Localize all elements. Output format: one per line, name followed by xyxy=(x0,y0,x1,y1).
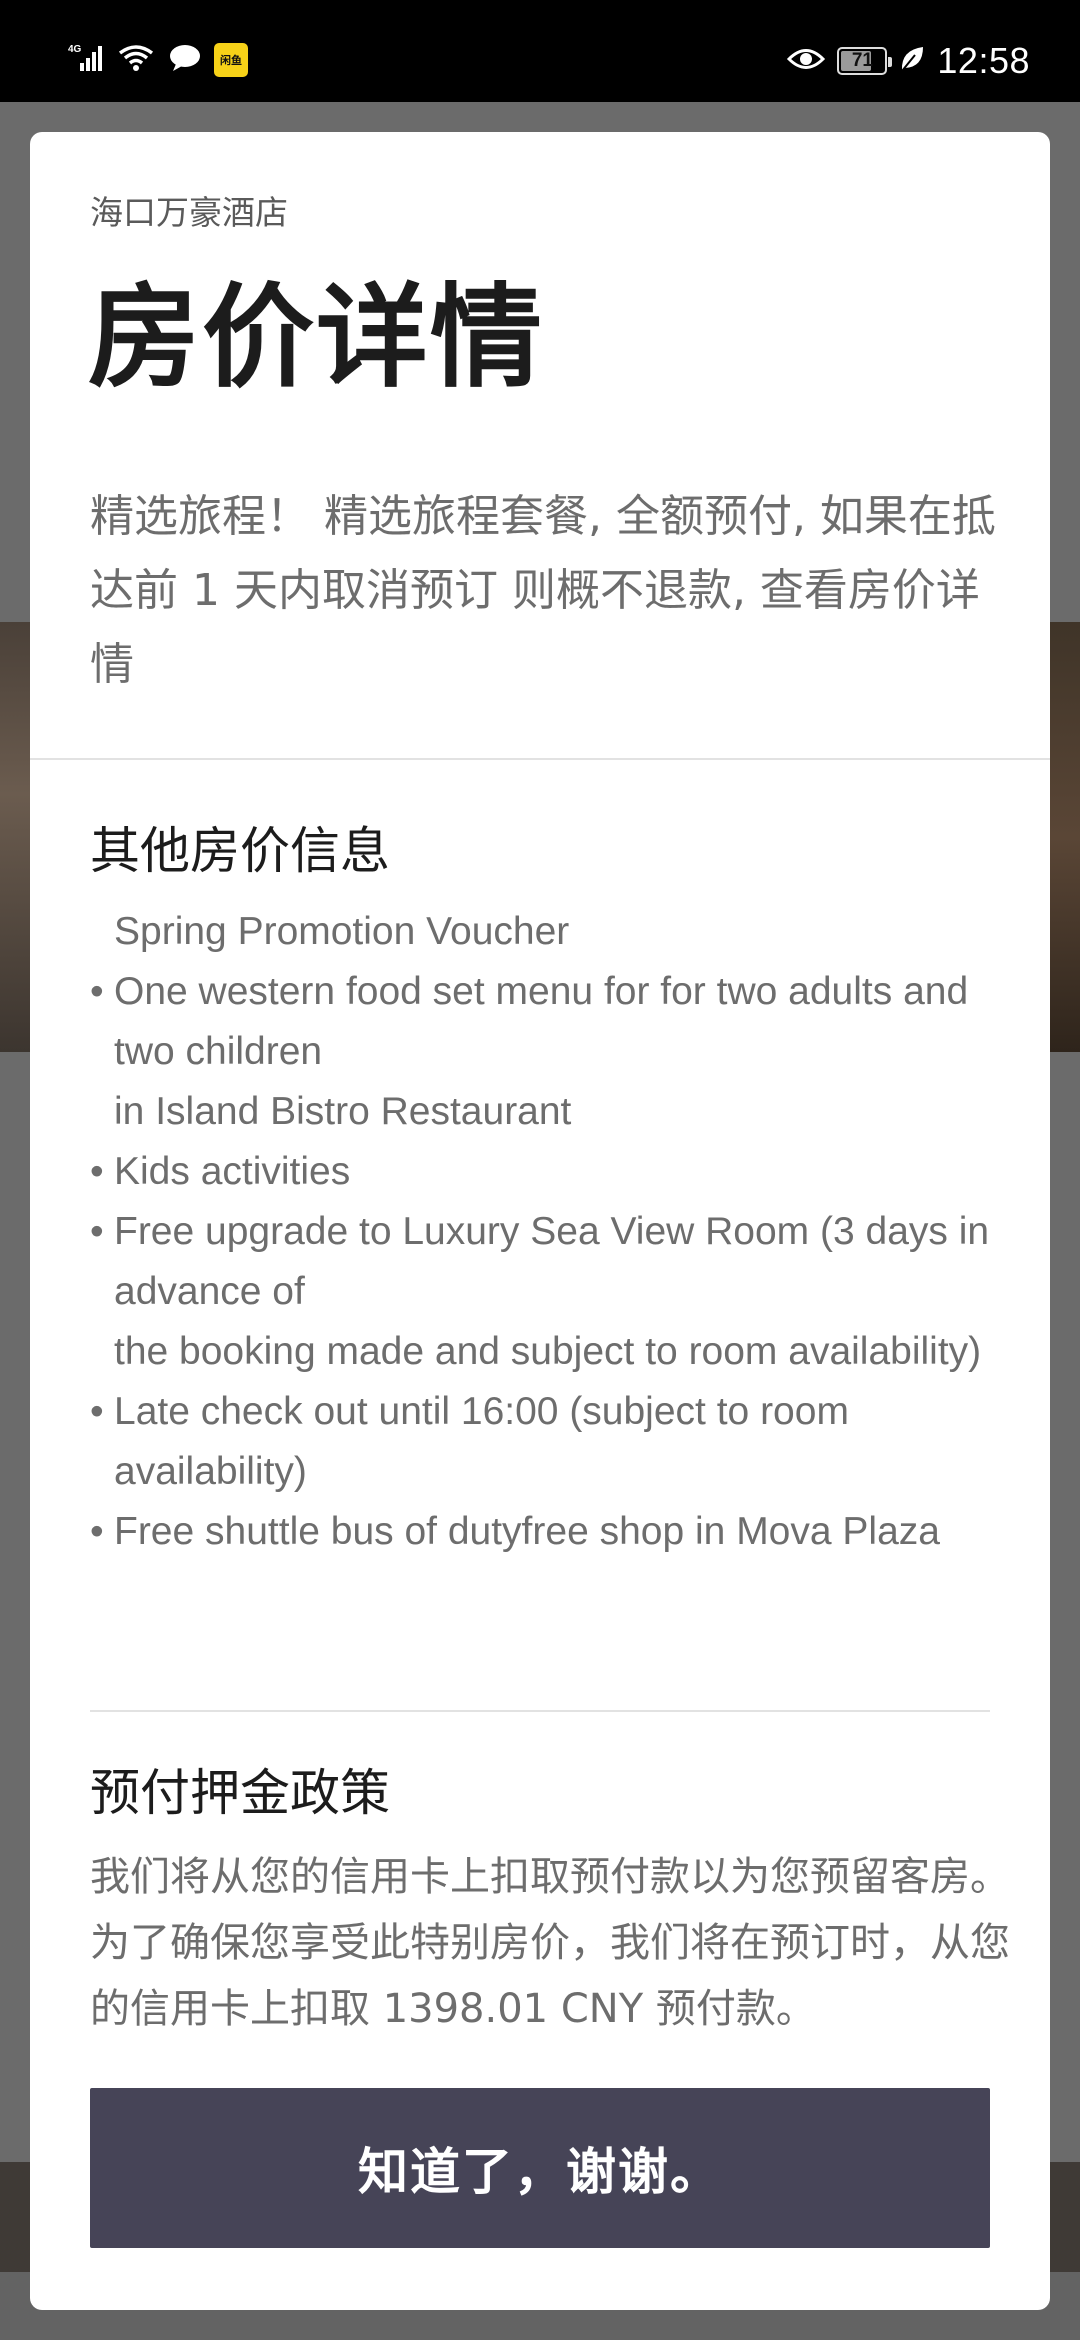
acknowledge-button[interactable]: 知道了，谢谢。 xyxy=(90,2088,990,2248)
hotel-name: 海口万豪酒店 xyxy=(90,193,288,232)
rate-info-item-text: Late check out until 16:00 (subject to r… xyxy=(114,1390,849,1493)
bullet-marker: • xyxy=(90,970,104,1013)
network-type-label: 4G xyxy=(68,44,82,55)
clock-time: 12:58 xyxy=(937,40,1030,81)
wifi-icon xyxy=(116,43,156,77)
rate-info-item: • One western food set menu for for two a… xyxy=(90,962,1030,1142)
eye-icon xyxy=(787,46,826,76)
bullet-marker: • xyxy=(90,1390,104,1433)
signal-icon: 4G xyxy=(68,43,104,77)
rate-info-item: • Free shuttle bus of dutyfree shop in Mo… xyxy=(90,1502,1030,1562)
rate-details-dialog: 海口万豪酒店 房价详情 精选旅程！ 精选旅程套餐, 全额预付, 如果在抵达前 1… xyxy=(30,132,1050,2310)
rate-info-item: Spring Promotion Voucher xyxy=(90,902,1030,962)
rate-description: 精选旅程！ 精选旅程套餐, 全额预付, 如果在抵达前 1 天内取消预订 则概不退… xyxy=(90,491,996,690)
section-divider xyxy=(30,758,1050,760)
battery-icon: 71 xyxy=(837,47,893,75)
rate-info-item-text: in Island Bistro Restaurant xyxy=(114,1090,572,1133)
rate-info-item-text: One western food set menu for for two ad… xyxy=(114,970,969,1073)
bullet-marker: • xyxy=(90,1510,104,1553)
section-divider-inner xyxy=(90,1710,990,1712)
battery-percentage: 71 xyxy=(851,50,873,71)
status-bar: 4G 闲鱼 71 12:58 xyxy=(0,0,1080,102)
leaf-icon xyxy=(899,45,925,77)
app-badge-icon: 闲鱼 xyxy=(214,43,248,77)
rate-info-item-text: the booking made and subject to room ava… xyxy=(114,1330,982,1373)
rate-info-item: • Free upgrade to Luxury Sea View Room (3… xyxy=(90,1202,1030,1382)
rate-info-item: • Late check out until 16:00 (subject to … xyxy=(90,1382,1030,1502)
status-bar-right: 71 12:58 xyxy=(787,36,1030,86)
rate-info-item-text: Free shuttle bus of dutyfree shop in Mov… xyxy=(114,1510,940,1553)
other-rate-info-list: Spring Promotion Voucher • One western foo… xyxy=(90,902,1030,1802)
deposit-policy-heading: 预付押金政策 xyxy=(90,1764,390,1822)
status-bar-left: 4G 闲鱼 xyxy=(68,36,248,84)
other-rate-info-heading: 其他房价信息 xyxy=(90,822,390,880)
rate-info-item: • Kids activities xyxy=(90,1142,1030,1202)
bullet-marker: • xyxy=(90,1150,104,1193)
message-bubble-icon xyxy=(168,43,202,77)
deposit-policy-text: 我们将从您的信用卡上扣取预付款以为您预留客房。为了确保您享受此特别房价，我们将在… xyxy=(90,1854,1010,2032)
bullet-marker: • xyxy=(90,1210,104,1253)
dialog-title: 房价详情 xyxy=(88,273,544,403)
rate-info-item-text: Free upgrade to Luxury Sea View Room (3 … xyxy=(114,1210,990,1313)
rate-info-item-text: Kids activities xyxy=(114,1150,351,1193)
rate-info-item-text: Spring Promotion Voucher xyxy=(114,910,570,953)
